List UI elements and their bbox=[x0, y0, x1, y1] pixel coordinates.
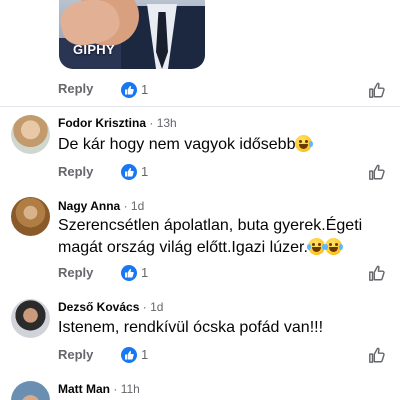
comment-text-line-wrap: magát ország világ előtt.Igazi lúzer. bbox=[58, 237, 388, 259]
comment-author[interactable]: Nagy Anna bbox=[58, 199, 120, 213]
like-button-icon[interactable] bbox=[368, 81, 386, 99]
comment-text-line: magát ország világ előtt.Igazi lúzer. bbox=[58, 239, 308, 256]
avatar[interactable] bbox=[11, 197, 50, 236]
comment-text: Szerencsétlen ápolatlan, buta gyerek.Ége… bbox=[58, 215, 388, 259]
like-count: 1 bbox=[141, 164, 149, 179]
comment-author[interactable]: Matt Man bbox=[58, 382, 110, 396]
separator: · bbox=[142, 300, 147, 314]
comment-author-line: Dezső Kovács · 1d bbox=[58, 300, 163, 314]
comment-author-line: Matt Man · 11h bbox=[58, 382, 140, 396]
comment-time[interactable]: 13h bbox=[157, 116, 177, 130]
like-button-icon[interactable] bbox=[368, 264, 386, 282]
comment-time[interactable]: 1d bbox=[131, 199, 144, 213]
separator: · bbox=[123, 199, 128, 213]
comment-text: De kár hogy nem vagyok idősebb bbox=[58, 134, 388, 156]
comment-author-line: Fodor Krisztina · 13h bbox=[58, 116, 177, 130]
comment-text: Istenem, rendkívül ócska pofád van!!! bbox=[58, 319, 324, 336]
like-count: 1 bbox=[141, 82, 149, 97]
comment-time[interactable]: 1d bbox=[150, 300, 163, 314]
face-with-tears-of-joy-icon bbox=[323, 238, 343, 255]
like-reaction-icon bbox=[121, 82, 137, 98]
separator: · bbox=[113, 382, 118, 396]
like-button-icon[interactable] bbox=[368, 163, 386, 181]
like-button-icon[interactable] bbox=[368, 346, 386, 364]
like-count: 1 bbox=[141, 265, 149, 280]
reply-button[interactable]: Reply bbox=[58, 347, 93, 367]
grinning-face-with-sweat-icon bbox=[295, 135, 314, 152]
comment-author-line: Nagy Anna · 1d bbox=[58, 199, 144, 213]
comment-author[interactable]: Fodor Krisztina bbox=[58, 116, 146, 130]
comment-text-line: Szerencsétlen ápolatlan, buta gyerek.Ége… bbox=[58, 217, 363, 234]
comment-text-body: De kár hogy nem vagyok idősebb bbox=[58, 136, 296, 153]
like-reaction-icon bbox=[121, 164, 137, 180]
face-with-tears-of-joy-icon bbox=[306, 238, 326, 255]
divider bbox=[0, 106, 400, 107]
reply-button[interactable]: Reply bbox=[58, 164, 93, 184]
giphy-label: GIPHY bbox=[73, 42, 115, 57]
gif-attachment[interactable]: GIPHY bbox=[59, 0, 205, 69]
reply-button[interactable]: Reply bbox=[58, 81, 93, 101]
separator: · bbox=[149, 116, 154, 130]
avatar[interactable] bbox=[11, 299, 50, 338]
avatar[interactable] bbox=[11, 381, 50, 400]
like-reaction-icon bbox=[121, 347, 137, 363]
comment-author[interactable]: Dezső Kovács bbox=[58, 300, 139, 314]
reply-button[interactable]: Reply bbox=[58, 265, 93, 285]
comment-time[interactable]: 11h bbox=[121, 382, 140, 396]
like-reaction-icon bbox=[121, 265, 137, 281]
avatar[interactable] bbox=[11, 115, 50, 154]
like-count: 1 bbox=[141, 347, 149, 362]
